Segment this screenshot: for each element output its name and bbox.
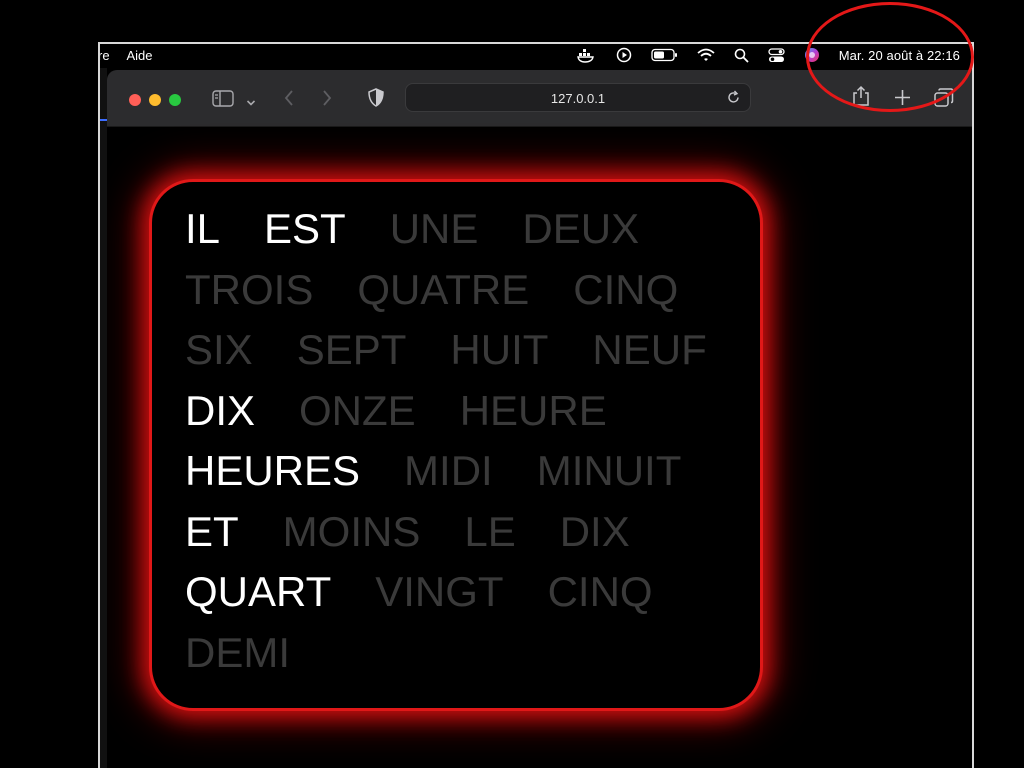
unlit-word: DIX	[559, 507, 630, 555]
word-clock-row: ET MOINS LE DIX	[185, 508, 751, 569]
close-window-button[interactable]	[129, 94, 141, 106]
lit-word: EST	[264, 205, 346, 252]
word-clock-panel: IL EST UNE DEUX TROIS QUATRE CINQ SIX SEPT HUIT NE…	[149, 179, 763, 711]
background-window-edge	[100, 68, 107, 768]
unlit-word: DEUX	[522, 205, 640, 252]
shield-icon[interactable]	[368, 88, 384, 112]
word-clock-grid: IL EST UNE DEUX TROIS QUATRE CINQ SIX SEPT HUIT NE…	[185, 205, 751, 689]
minimize-window-button[interactable]	[149, 94, 161, 106]
wifi-icon[interactable]	[697, 48, 715, 62]
word-clock-row: DIX ONZE HEURE	[185, 387, 751, 448]
unlit-word: ONZE	[299, 386, 416, 434]
lit-word: HEURES	[185, 447, 361, 494]
menu-item-partial[interactable]: re	[100, 48, 110, 63]
unlit-word: QUATRE	[357, 265, 530, 313]
unlit-word: CINQ	[547, 568, 653, 615]
url-text: 127.0.0.1	[550, 91, 606, 106]
unlit-word: MIDI	[404, 447, 493, 494]
address-bar[interactable]: 127.0.0.1	[405, 83, 751, 112]
word-clock-row: IL EST UNE DEUX	[185, 205, 751, 266]
back-icon[interactable]	[283, 89, 295, 112]
annotation-circle	[806, 2, 974, 112]
word-clock-row: DEMI	[185, 629, 751, 690]
word-clock-row: SIX SEPT HUIT NEUF	[185, 326, 751, 387]
unlit-word: CINQ	[573, 265, 679, 313]
unlit-word: HUIT	[450, 326, 549, 373]
reload-icon[interactable]	[726, 90, 741, 110]
unlit-word: SIX	[185, 326, 253, 373]
control-center-icon[interactable]	[768, 47, 785, 63]
unlit-word: MINUIT	[536, 447, 682, 494]
unlit-word: MOINS	[282, 507, 421, 555]
lit-word: IL	[185, 205, 221, 252]
word-clock-row: QUART VINGT CINQ	[185, 568, 751, 629]
lit-word: DIX	[185, 386, 256, 434]
maximize-window-button[interactable]	[169, 94, 181, 106]
sidebar-icon[interactable]	[212, 90, 234, 112]
search-icon[interactable]	[734, 48, 749, 63]
play-circle-icon[interactable]	[616, 47, 632, 63]
forward-icon[interactable]	[321, 89, 333, 112]
unlit-word: HEURE	[459, 386, 607, 434]
lit-word: ET	[185, 507, 239, 555]
unlit-word: DEMI	[185, 628, 290, 676]
unlit-word: NEUF	[592, 326, 707, 373]
unlit-word: TROIS	[185, 265, 314, 313]
word-clock-row: HEURES MIDI MINUIT	[185, 447, 751, 508]
unlit-word: SEPT	[296, 326, 407, 373]
unlit-word: UNE	[389, 205, 479, 252]
docker-icon[interactable]	[576, 47, 597, 63]
battery-icon[interactable]	[651, 48, 678, 62]
unlit-word: LE	[464, 507, 516, 555]
safari-window: 127.0.0.1 IL EST UNE DEUX TROIS QUATRE CINQ SIX…	[107, 70, 972, 768]
unlit-word: VINGT	[375, 568, 504, 615]
word-clock-row: TROIS QUATRE CINQ	[185, 266, 751, 327]
page-content: IL EST UNE DEUX TROIS QUATRE CINQ SIX SEPT HUIT NE…	[107, 127, 972, 768]
lit-word: QUART	[185, 568, 332, 615]
menu-item-help[interactable]: Aide	[126, 48, 152, 63]
desktop-screen: re Aide Mar. 20 août à 22:16 127.0.0.1 I…	[98, 42, 974, 768]
chevron-down-icon[interactable]	[246, 94, 256, 112]
